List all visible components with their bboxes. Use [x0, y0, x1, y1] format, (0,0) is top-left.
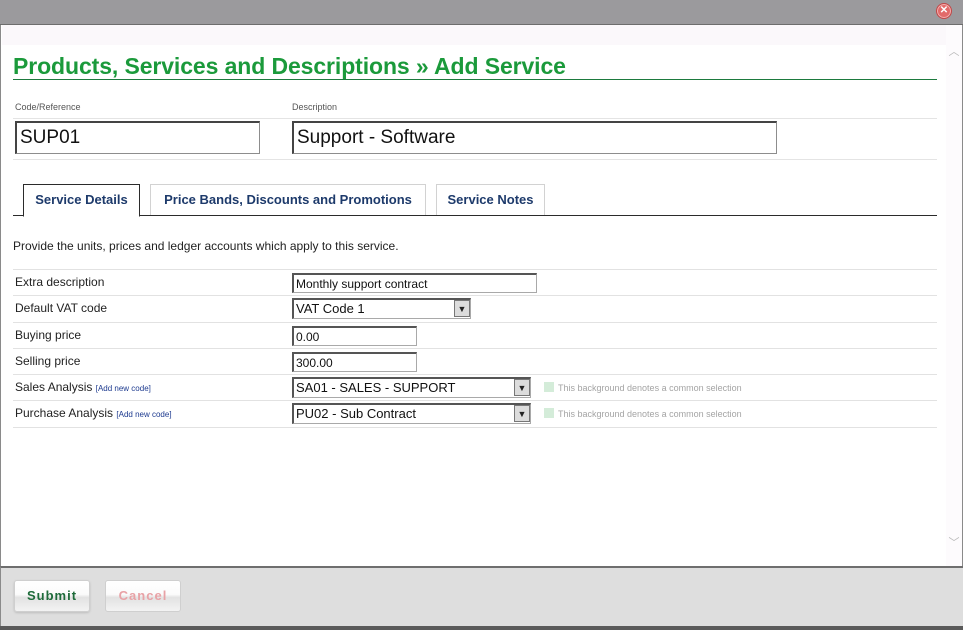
form-row-selling-price: Selling price [13, 348, 937, 375]
purchase-analysis-label: Purchase Analysis [Add new code] [15, 406, 172, 420]
purchase-analysis-label-text: Purchase Analysis [15, 406, 114, 420]
dialog-body: ︿ ﹀ Products, Services and Descriptions … [0, 25, 963, 566]
purchase-analysis-select[interactable]: PU02 - Sub Contract ▼ [292, 403, 531, 424]
page-title: Products, Services and Descriptions » Ad… [13, 53, 566, 79]
cancel-button[interactable]: Cancel [105, 580, 181, 612]
chevron-down-icon[interactable]: ▼ [514, 379, 530, 396]
common-selection-hint: This background denotes a common selecti… [544, 382, 742, 393]
code-reference-input[interactable] [15, 121, 260, 154]
close-icon[interactable]: ✕ [936, 3, 952, 19]
chevron-down-icon[interactable]: ▼ [454, 300, 470, 317]
chevron-down-icon[interactable]: ▼ [514, 405, 530, 422]
top-band [2, 25, 946, 45]
submit-button[interactable]: Submit [14, 580, 90, 612]
form-row-sales-analysis: Sales Analysis [Add new code] SA01 - SAL… [13, 374, 937, 401]
vat-code-value: VAT Code 1 [296, 301, 365, 316]
intro-text: Provide the units, prices and ledger acc… [13, 239, 399, 253]
common-selection-swatch [544, 408, 554, 418]
common-selection-swatch [544, 382, 554, 392]
common-selection-hint: This background denotes a common selecti… [544, 408, 742, 419]
window-titlebar: ✕ [0, 0, 963, 25]
sales-analysis-label-text: Sales Analysis [15, 380, 93, 394]
form-row-purchase-analysis: Purchase Analysis [Add new code] PU02 - … [13, 400, 937, 428]
form-row-buying-price: Buying price [13, 322, 937, 349]
extra-description-label: Extra description [15, 275, 105, 289]
sales-add-new-code-link[interactable]: [Add new code] [96, 384, 151, 393]
sales-analysis-value: SA01 - SALES - SUPPORT [296, 380, 456, 395]
vat-code-label: Default VAT code [15, 301, 108, 315]
title-divider [13, 79, 937, 80]
extra-description-input[interactable] [292, 273, 537, 293]
scroll-down-icon[interactable]: ﹀ [948, 538, 960, 549]
tab-price-bands[interactable]: Price Bands, Discounts and Promotions [150, 184, 426, 216]
selling-price-input[interactable] [292, 352, 417, 372]
tab-service-details[interactable]: Service Details [23, 184, 140, 217]
purchase-analysis-value: PU02 - Sub Contract [296, 406, 416, 421]
sales-analysis-label: Sales Analysis [Add new code] [15, 380, 151, 394]
common-selection-hint-text: This background denotes a common selecti… [558, 383, 742, 393]
divider [13, 118, 937, 119]
tab-service-notes[interactable]: Service Notes [436, 184, 545, 216]
buying-price-label: Buying price [15, 328, 82, 342]
dialog-footer: Submit Cancel [0, 566, 963, 626]
form-row-extra-description: Extra description [13, 269, 937, 296]
form-row-vat-code: Default VAT code VAT Code 1 ▼ [13, 295, 937, 322]
footer-edge [0, 626, 963, 630]
vat-code-select[interactable]: VAT Code 1 ▼ [292, 298, 471, 319]
vertical-scrollbar[interactable]: ︿ ﹀ [946, 25, 962, 566]
selling-price-label: Selling price [15, 354, 81, 368]
common-selection-hint-text: This background denotes a common selecti… [558, 409, 742, 419]
sales-analysis-select[interactable]: SA01 - SALES - SUPPORT ▼ [292, 377, 531, 398]
divider [13, 159, 937, 160]
description-label: Description [292, 102, 338, 112]
purchase-add-new-code-link[interactable]: [Add new code] [116, 410, 171, 419]
description-input[interactable] [292, 121, 777, 154]
buying-price-input[interactable] [292, 326, 417, 346]
tabs-baseline [13, 215, 937, 216]
code-reference-label: Code/Reference [15, 102, 81, 112]
scroll-up-icon[interactable]: ︿ [948, 47, 960, 58]
